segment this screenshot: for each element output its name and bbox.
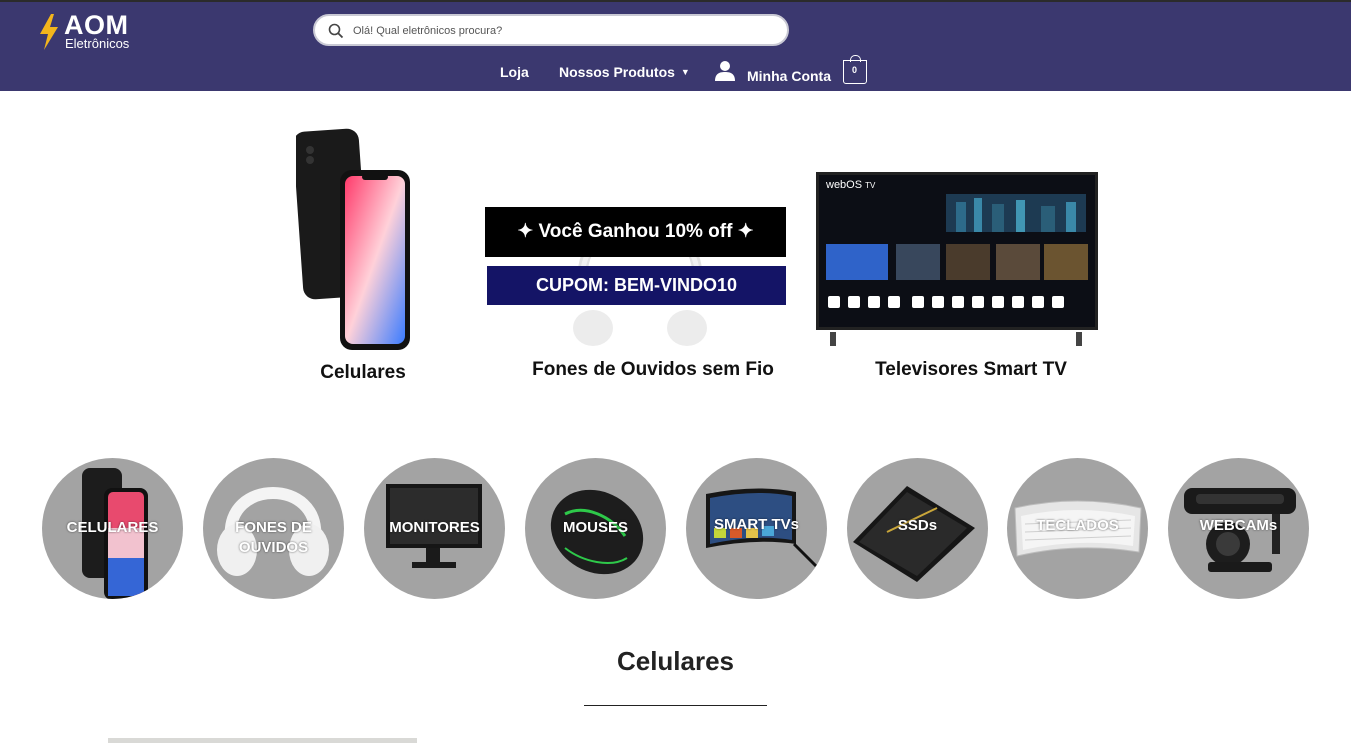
category-label-celulares: CELULARES xyxy=(66,519,159,536)
feature-label-televisores[interactable]: Televisores Smart TV xyxy=(860,359,1082,381)
phone-image xyxy=(293,128,410,350)
product-card-image[interactable] xyxy=(108,738,417,743)
search-input[interactable] xyxy=(353,21,773,41)
cart-button[interactable]: 0 xyxy=(843,55,867,84)
cart-count: 0 xyxy=(851,65,857,75)
feature-label-fones[interactable]: Fones de Ouvidos sem Fio xyxy=(520,359,786,381)
headphones-image xyxy=(573,218,707,346)
nav-loja[interactable]: Loja xyxy=(500,64,529,80)
site-header: AOM Eletrônicos Loja Nossos Produtos ▼ Mi… xyxy=(0,2,1351,91)
category-monitores[interactable]: MONITORES xyxy=(364,458,505,599)
category-celulares[interactable]: CELULARES xyxy=(42,458,183,599)
category-ssds[interactable]: SSDs xyxy=(847,458,988,599)
chevron-down-icon: ▼ xyxy=(680,67,690,77)
category-webcams[interactable]: WEBCAMs xyxy=(1168,458,1309,599)
category-label-ssds: SSDs xyxy=(897,517,938,534)
category-fones[interactable]: FONES DE OUVIDOS xyxy=(203,458,344,599)
tv-brand-text: webOS xyxy=(826,179,863,191)
nav-nossos-produtos[interactable]: Nossos Produtos ▼ xyxy=(559,64,690,80)
category-label-teclados: TECLADOS xyxy=(1036,517,1119,534)
section-title: Celulares xyxy=(616,646,735,676)
main-nav: Loja Nossos Produtos ▼ Minha Conta 0 xyxy=(0,54,1351,90)
category-teclados[interactable]: TECLADOS xyxy=(1007,458,1148,599)
category-label-monitores: MONITORES xyxy=(389,519,480,536)
search-bar xyxy=(313,14,789,46)
nav-minha-conta[interactable]: Minha Conta xyxy=(747,68,831,84)
feature-televisores[interactable]: webOS TV xyxy=(816,172,1098,346)
feature-label-celulares[interactable]: Celulares xyxy=(296,362,430,384)
tv-brand-suffix: TV xyxy=(865,181,876,190)
nav-nossos-produtos-label: Nossos Produtos xyxy=(559,64,675,80)
category-smart-tvs[interactable]: SMART TVs xyxy=(686,458,827,599)
promo-banner-title[interactable]: ✦ Você Ganhou 10% off ✦ xyxy=(485,207,786,257)
promo-coupon-code[interactable]: CUPOM: BEM-VINDO10 xyxy=(487,266,786,305)
category-label-fones: FONES DE OUVIDOS xyxy=(235,519,312,556)
search-icon[interactable] xyxy=(328,23,344,39)
category-label-mouses: MOUSES xyxy=(562,519,628,536)
feature-celulares[interactable] xyxy=(293,128,416,353)
category-mouses[interactable]: MOUSES xyxy=(525,458,666,599)
logo-subtitle: Eletrônicos xyxy=(65,36,130,51)
site-logo[interactable]: AOM Eletrônicos xyxy=(38,10,148,52)
category-label-webcams: WEBCAMs xyxy=(1199,517,1278,534)
tv-screen-brand: webOS TV xyxy=(826,179,875,191)
tv-image xyxy=(816,172,1098,346)
section-divider xyxy=(584,705,767,706)
user-icon[interactable] xyxy=(714,60,736,82)
category-label-smart-tvs: SMART TVs xyxy=(713,516,799,533)
feature-fones[interactable] xyxy=(565,163,715,353)
lightning-bolt-icon xyxy=(40,14,58,50)
